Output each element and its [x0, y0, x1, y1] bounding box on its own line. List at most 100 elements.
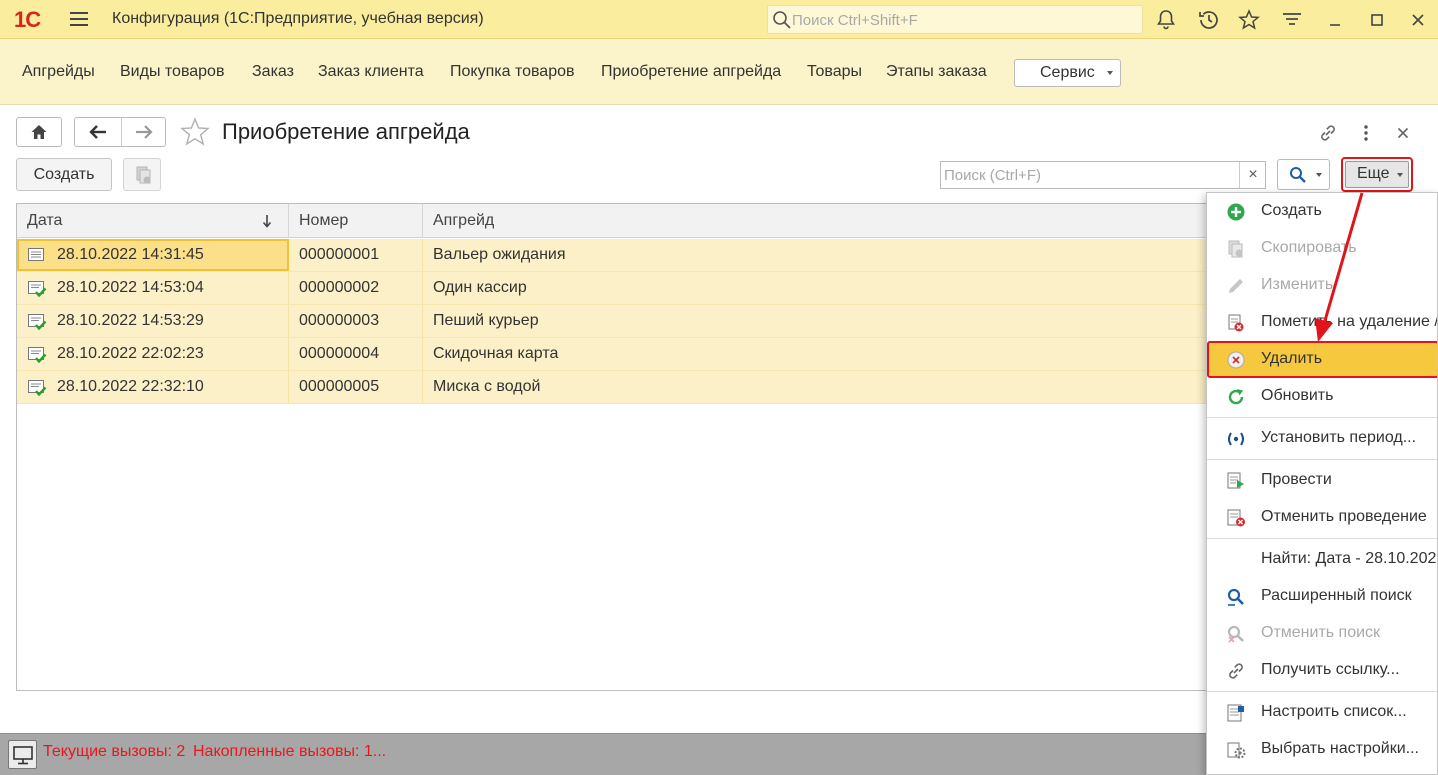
- menu-item-cancel-search[interactable]: Отменить поиск: [1207, 615, 1437, 652]
- mark-delete-icon: [1228, 314, 1244, 332]
- menu-item-mark-delete[interactable]: Пометить на удаление / С: [1207, 304, 1437, 341]
- date-value: 28.10.2022 22:32:10: [57, 378, 204, 395]
- delete-x-icon: [1227, 351, 1245, 369]
- menu-item-set-period[interactable]: Установить период...: [1207, 420, 1437, 457]
- menu-item-copy[interactable]: Скопировать: [1207, 230, 1437, 267]
- home-button[interactable]: [16, 117, 62, 147]
- table-row[interactable]: 28.10.2022 14:53:29 000000003 Пеший курь…: [17, 305, 1215, 338]
- menu-separator: [1207, 459, 1437, 460]
- upgrade-cell: Один кассир: [433, 279, 527, 296]
- table-header: Дата Номер Апгрейд: [17, 204, 1215, 238]
- sections-panel: Апгрейды Виды товаров Заказ Заказ клиент…: [0, 39, 1438, 105]
- home-icon: [31, 125, 47, 139]
- menu-item-unpost[interactable]: Отменить проведение: [1207, 499, 1437, 536]
- more-button[interactable]: Еще: [1345, 161, 1409, 188]
- date-cell: 28.10.2022 22:02:23: [17, 338, 289, 370]
- chevron-down-icon: [1316, 173, 1322, 177]
- menu-item-select-settings[interactable]: Выбрать настройки...: [1207, 731, 1437, 768]
- list-search-input[interactable]: [944, 165, 1234, 185]
- section-products[interactable]: Товары: [807, 63, 862, 81]
- copy-icon: [1228, 240, 1243, 258]
- menu-item-delete[interactable]: Удалить: [1207, 341, 1437, 378]
- maximize-icon[interactable]: [1365, 8, 1389, 32]
- menu-item-create[interactable]: Создать: [1207, 193, 1437, 230]
- app-logo: 1С: [14, 7, 41, 32]
- clear-search-button[interactable]: ×: [1239, 162, 1266, 188]
- column-header-upgrade[interactable]: Апгрейд: [423, 204, 1215, 238]
- documents-table[interactable]: Дата Номер Апгрейд 28.10.2022 14:31:45 0…: [16, 203, 1216, 691]
- forward-arrow-icon[interactable]: [134, 124, 154, 140]
- table-row[interactable]: 28.10.2022 22:32:10 000000005 Миска с во…: [17, 371, 1215, 404]
- posted-document-icon: [28, 380, 47, 397]
- accumulated-calls-text[interactable]: Накопленные вызовы: 1...: [193, 743, 386, 761]
- period-icon: [1228, 432, 1244, 446]
- menu-item-label: Расширенный поиск: [1261, 587, 1412, 604]
- history-icon[interactable]: [1197, 8, 1221, 32]
- section-product-purchase[interactable]: Покупка товаров: [450, 63, 575, 81]
- menu-item-get-link[interactable]: Получить ссылку...: [1207, 652, 1437, 689]
- favorite-star-icon[interactable]: [180, 117, 210, 147]
- global-search-input[interactable]: [792, 10, 1132, 30]
- table-row[interactable]: 28.10.2022 14:31:45 000000001 Вальер ожи…: [17, 239, 1215, 272]
- minimize-icon[interactable]: [1323, 8, 1347, 32]
- menu-item-post[interactable]: Провести: [1207, 462, 1437, 499]
- list-search-box[interactable]: ×: [940, 161, 1266, 189]
- menu-item-label: Скопировать: [1261, 239, 1357, 256]
- unpost-icon: [1227, 509, 1245, 527]
- close-icon[interactable]: [1406, 8, 1430, 32]
- more-actions-menu: Создать Скопировать Изменить Пометить на…: [1206, 192, 1438, 775]
- global-search-box[interactable]: [767, 5, 1143, 34]
- copy-button[interactable]: [123, 158, 161, 191]
- table-row[interactable]: 28.10.2022 22:02:23 000000004 Скидочная …: [17, 338, 1215, 371]
- section-upgrades[interactable]: Апгрейды: [22, 63, 95, 81]
- more-vertical-icon[interactable]: [1355, 122, 1377, 144]
- find-button[interactable]: [1277, 159, 1330, 190]
- date-value: 28.10.2022 14:53:29: [57, 312, 204, 329]
- pencil-icon: [1229, 279, 1243, 293]
- app-title: Конфигурация (1С:Предприятие, учебная ве…: [112, 10, 484, 27]
- menu-item-advanced-search[interactable]: Расширенный поиск: [1207, 578, 1437, 615]
- copy-icon: [136, 166, 151, 184]
- menu-item-label: Провести: [1261, 471, 1332, 488]
- back-arrow-icon[interactable]: [88, 124, 108, 140]
- chevron-down-icon: [1107, 71, 1113, 75]
- menu-item-label: Получить ссылку...: [1261, 661, 1400, 678]
- table-row[interactable]: 28.10.2022 14:53:04 000000002 Один касси…: [17, 272, 1215, 305]
- number-cell: 000000002: [289, 272, 423, 304]
- menu-item-refresh[interactable]: Обновить: [1207, 378, 1437, 415]
- plus-circle-icon: [1227, 203, 1245, 221]
- main-menu-icon[interactable]: [70, 11, 88, 27]
- current-calls-text[interactable]: Текущие вызовы: 2: [43, 743, 185, 761]
- menu-item-edit[interactable]: Изменить: [1207, 267, 1437, 304]
- section-upgrade-purchase[interactable]: Приобретение апгрейда: [601, 63, 781, 81]
- link-icon[interactable]: [1317, 122, 1339, 144]
- sort-descending-icon: [262, 215, 272, 228]
- form-close-icon[interactable]: [1392, 122, 1414, 144]
- posted-document-icon: [28, 314, 47, 331]
- menu-item-configure-list[interactable]: Настроить список...: [1207, 694, 1437, 731]
- bell-icon[interactable]: [1154, 8, 1178, 32]
- menu-item-find-date[interactable]: Найти: Дата - 28.10.2022: [1207, 541, 1437, 578]
- service-button[interactable]: Сервис: [1014, 59, 1121, 87]
- star-icon[interactable]: [1237, 8, 1261, 32]
- date-cell: 28.10.2022 14:31:45: [17, 239, 289, 271]
- upgrade-cell: Скидочная карта: [433, 345, 559, 362]
- title-bar: 1С Конфигурация (1С:Предприятие, учебная…: [0, 0, 1438, 39]
- document-icon: [28, 248, 44, 261]
- section-product-types[interactable]: Виды товаров: [120, 63, 224, 81]
- section-order-stages[interactable]: Этапы заказа: [886, 63, 987, 81]
- posted-document-icon: [28, 281, 47, 298]
- advanced-search-icon: [1227, 588, 1244, 606]
- settings-lines-icon[interactable]: [1280, 8, 1304, 32]
- date-value: 28.10.2022 14:31:45: [57, 246, 204, 263]
- create-button[interactable]: Создать: [16, 158, 112, 191]
- column-header-number[interactable]: Номер: [289, 204, 423, 238]
- monitor-icon[interactable]: [8, 740, 37, 769]
- navigation-buttons: [74, 117, 166, 147]
- section-client-order[interactable]: Заказ клиента: [318, 63, 424, 81]
- nav-separator: [121, 118, 122, 146]
- column-header-date-label: Дата: [27, 212, 63, 229]
- column-header-date[interactable]: Дата: [17, 204, 289, 238]
- date-value: 28.10.2022 22:02:23: [57, 345, 204, 362]
- section-order[interactable]: Заказ: [252, 63, 294, 81]
